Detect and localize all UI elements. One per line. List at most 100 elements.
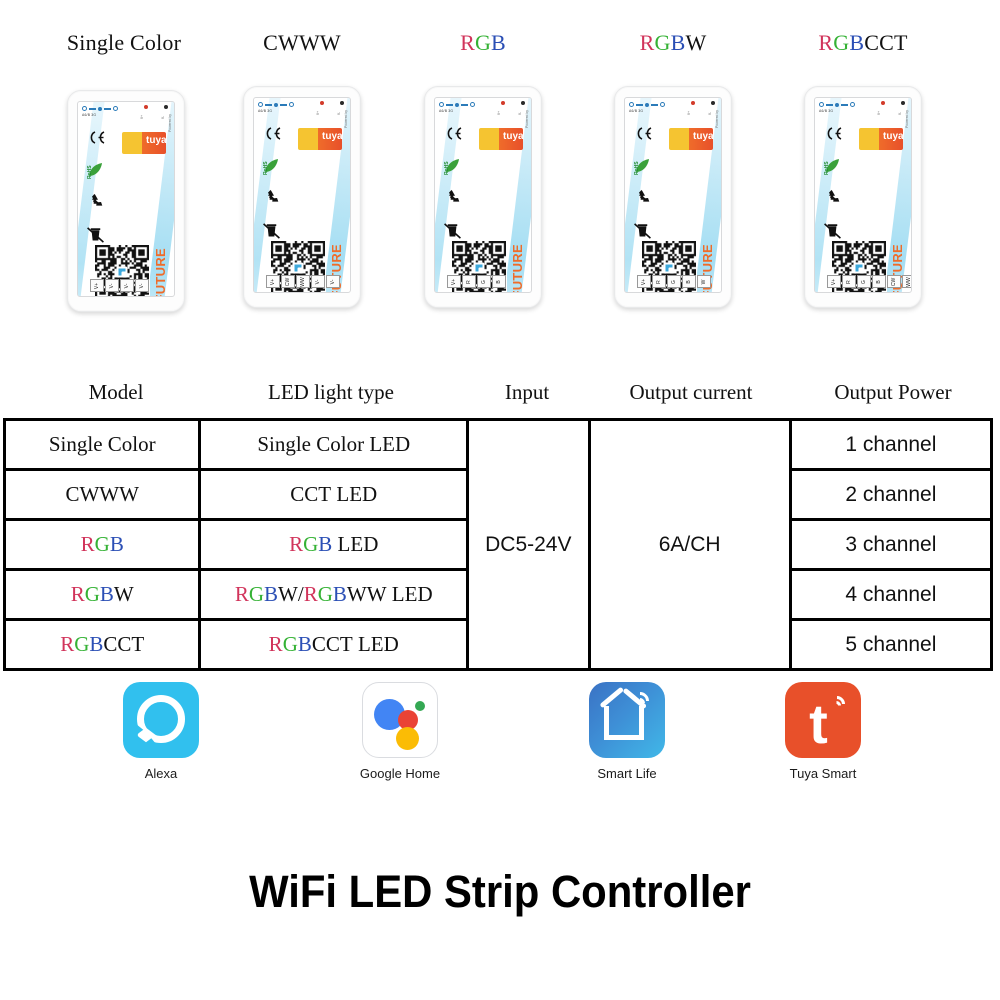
powered-by-text: Powered by — [715, 110, 719, 128]
output-terminal-block: V+ R G B W — [637, 275, 711, 288]
rohs-mark-icon: RoHS — [823, 157, 851, 177]
terminal-4: W — [697, 275, 711, 288]
page-title: WiFi LED Strip Controller — [249, 866, 751, 917]
cell-led-type-1: CCT LED — [198, 468, 470, 521]
recycle-mark-icon — [262, 189, 290, 212]
tuya-logo-text: tuya — [883, 131, 904, 142]
device-front-label: A6/B 3G V+ V- RoHS tuyaPowered by AIR-FUTUREL… — [624, 97, 722, 293]
port-dots-icon — [82, 106, 118, 111]
terminal-3: V- — [135, 279, 149, 292]
tuya-powered-badge: tuya — [298, 128, 343, 150]
terminal-0: V+ — [637, 275, 651, 288]
qr-center-logo-icon — [116, 266, 128, 278]
output-terminal-block: V+ R G B — [447, 275, 506, 288]
app-name-2: Smart Life — [597, 766, 657, 781]
led-label-2: V- — [707, 111, 712, 115]
qr-center-logo-icon — [663, 262, 675, 274]
device-top-ports: A6/B 3G V+ V- — [629, 101, 717, 117]
certification-marks: RoHS — [443, 126, 471, 255]
powered-by-text: Powered by — [905, 110, 909, 128]
cell-output-current: 6A/CH — [587, 418, 792, 671]
app-item-0[interactable]: Alexa — [86, 682, 236, 781]
alexa-icon — [123, 682, 199, 758]
tuya-logo-text: tuya — [503, 131, 524, 142]
controller-device-1: A6/B 3G V+ V- RoHS tuyaPowered by AIR-FUTUREL… — [243, 86, 361, 308]
led-label-1: V+ — [497, 111, 501, 115]
qr-center-logo-icon — [853, 262, 865, 274]
ce-mark-icon — [86, 130, 114, 150]
cell-output-power-2: 3 channel — [788, 518, 994, 571]
tuya-logo-text: tuya — [693, 131, 714, 142]
terminal-2: V- — [120, 279, 134, 292]
product-infographic: Single Color CWWW RGB RGBW RGBCCT A6/B 3G V+ V… — [0, 0, 1000, 1000]
smart-life-icon — [589, 682, 665, 758]
device-top-ports: A6/B 3G V+ V- — [82, 105, 170, 121]
terminal-3: V- — [311, 275, 325, 288]
tuya-logo-text: tuya — [146, 135, 167, 146]
recycle-mark-icon — [86, 193, 114, 216]
product-labels-row: Single Color CWWW RGB RGBW RGBCCT — [0, 30, 1000, 66]
terminal-3: B — [682, 275, 696, 288]
terminal-0: V+ — [90, 279, 104, 292]
controller-device-0: A6/B 3GV+V-RoHStuyaPowered byAIR-FUTUREL… — [67, 90, 185, 312]
port-code-text: A6/B 3G — [439, 109, 454, 113]
controller-device-2: A6/B 3G V+ V- RoHS tuyaPowered by AIR-FUTUREL… — [424, 86, 542, 308]
tuya-powered-badge: tuya — [479, 128, 524, 150]
led-label-1: V+ — [316, 111, 320, 115]
brand-name-vertical: AIR-FUTURELED SMART CONTROLLER — [877, 156, 905, 292]
app-item-2[interactable]: Smart Life — [552, 682, 702, 781]
ce-mark-icon — [443, 126, 471, 146]
cell-model-1: CWWW — [2, 468, 202, 521]
powered-by-text: Powered by — [525, 110, 529, 128]
qr-center-logo-icon — [473, 262, 485, 274]
cell-output-power-0: 1 channel — [788, 418, 994, 471]
ce-mark-icon — [823, 126, 851, 146]
product-label-3: RGBW — [639, 30, 707, 55]
cell-led-type-4: RGBCCT LED — [198, 618, 470, 671]
certification-marks: RoHS — [633, 126, 661, 255]
tuya-powered-badge: tuya — [122, 132, 167, 154]
rohs-mark-icon: RoHS — [443, 157, 471, 177]
terminal-1: V- — [105, 279, 119, 292]
app-item-3[interactable]: t Tuya Smart — [748, 682, 898, 781]
product-images-row: A6/B 3GV+V-RoHStuyaPowered byAIR-FUTUREL… — [0, 86, 1000, 326]
led-label-1: V+ — [877, 111, 881, 115]
controller-device-3: A6/B 3G V+ V- RoHS tuyaPowered by AIR-FUTUREL… — [614, 86, 732, 308]
port-dots-icon — [629, 102, 665, 107]
port-dots-icon — [439, 102, 475, 107]
cell-output-power-3: 4 channel — [788, 568, 994, 621]
terminal-0: V+ — [266, 275, 280, 288]
terminal-4: V- — [326, 275, 340, 288]
output-terminal-block: V+ V- V- V- — [90, 279, 149, 292]
ce-mark-icon — [262, 126, 290, 146]
led-label-2: V- — [160, 115, 165, 119]
tuya-smart-icon: t — [785, 682, 861, 758]
tuya-powered-badge: tuya — [669, 128, 714, 150]
spec-table-header-row: Model LED light type Input Output current Ou… — [0, 380, 1000, 412]
device-front-label: A6/B 3G V+ V- RoHS tuyaPowered by AIR-FUTUREL… — [814, 97, 912, 293]
led-indicator-black — [901, 101, 905, 105]
brand-line-1: AIR-FUTURE — [510, 244, 525, 293]
app-item-1[interactable]: Google Home — [325, 682, 475, 781]
recycle-mark-icon — [443, 189, 471, 212]
terminal-2: G — [477, 275, 491, 288]
recycle-mark-icon — [633, 189, 661, 212]
terminal-4: CW — [887, 275, 901, 288]
cell-model-2: RGB — [2, 518, 202, 571]
spec-table: Single Color Single Color LED DC5-24V 6A/CH… — [2, 418, 994, 671]
port-dots-icon — [819, 102, 855, 107]
spec-column-header-3: Output current — [629, 380, 753, 404]
spec-column-header-1: LED light type — [268, 380, 394, 404]
spec-column-header-4: Output Power — [834, 380, 952, 404]
spec-column-header-0: Model — [88, 380, 144, 404]
ce-mark-icon — [633, 126, 661, 146]
led-indicator-red — [501, 101, 505, 105]
port-code-text: A6/B 3G — [629, 109, 644, 113]
device-top-ports: A6/B 3G V+ V- — [258, 101, 346, 117]
product-label-1: CWWW — [263, 30, 341, 55]
controller-device-4: A6/B 3G V+ V- RoHS tuyaPowered by AIR-FUTUREL… — [804, 86, 922, 308]
status-leds — [501, 101, 525, 105]
output-terminal-block: V+ CW WW V- V- — [266, 275, 340, 288]
led-label-2: V- — [517, 111, 522, 115]
led-label-2: V- — [897, 111, 902, 115]
